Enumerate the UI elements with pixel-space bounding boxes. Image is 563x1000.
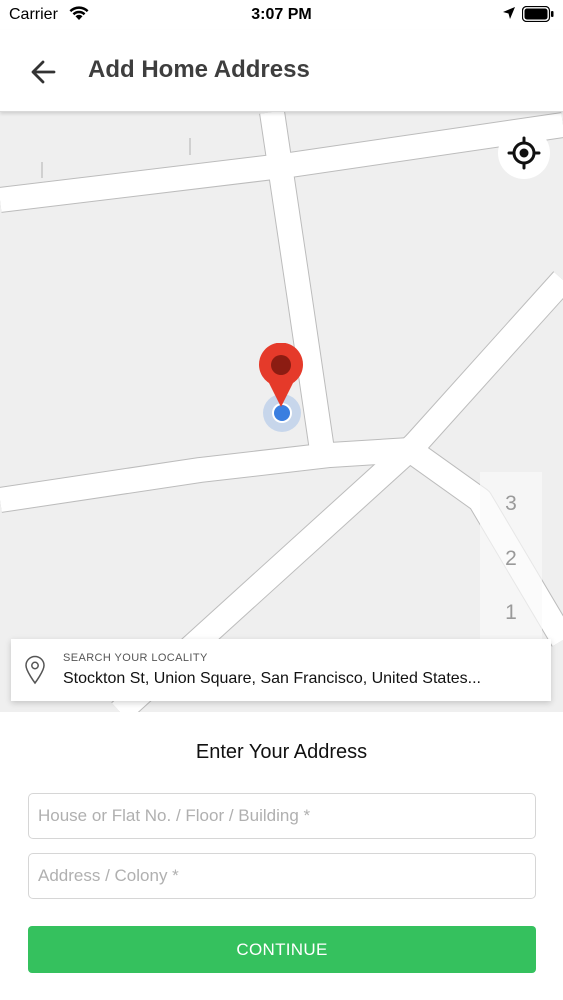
locality-label: SEARCH YOUR LOCALITY xyxy=(63,652,208,664)
crosshair-icon[interactable] xyxy=(498,127,550,179)
floor-level-1[interactable]: 1 xyxy=(480,601,542,625)
location-outline-icon xyxy=(24,655,46,690)
form-title: Enter Your Address xyxy=(195,741,368,763)
house-input[interactable] xyxy=(28,793,536,839)
page-title: Add Home Address xyxy=(88,56,310,83)
floor-level-picker[interactable]: 3 2 1 xyxy=(480,472,542,642)
status-bar: Carrier 3:07 PM xyxy=(0,0,563,30)
battery-icon xyxy=(521,5,554,27)
app-header: Add Home Address xyxy=(0,30,563,112)
locality-value[interactable]: Stockton St, Union Square, San Francisco… xyxy=(63,670,533,688)
address-input[interactable] xyxy=(28,853,536,899)
map-pin-icon[interactable] xyxy=(258,342,304,414)
floor-level-2[interactable]: 2 xyxy=(480,547,542,571)
continue-button[interactable]: CONTINUE xyxy=(28,926,536,973)
floor-level-3[interactable]: 3 xyxy=(480,492,542,516)
map-view[interactable]: 3 2 1 xyxy=(0,112,563,712)
clock: 3:07 PM xyxy=(251,6,312,23)
location-arrow-icon xyxy=(502,6,516,25)
locality-search[interactable]: SEARCH YOUR LOCALITY Stockton St, Union … xyxy=(11,639,551,701)
arrow-left-icon[interactable] xyxy=(26,54,62,90)
